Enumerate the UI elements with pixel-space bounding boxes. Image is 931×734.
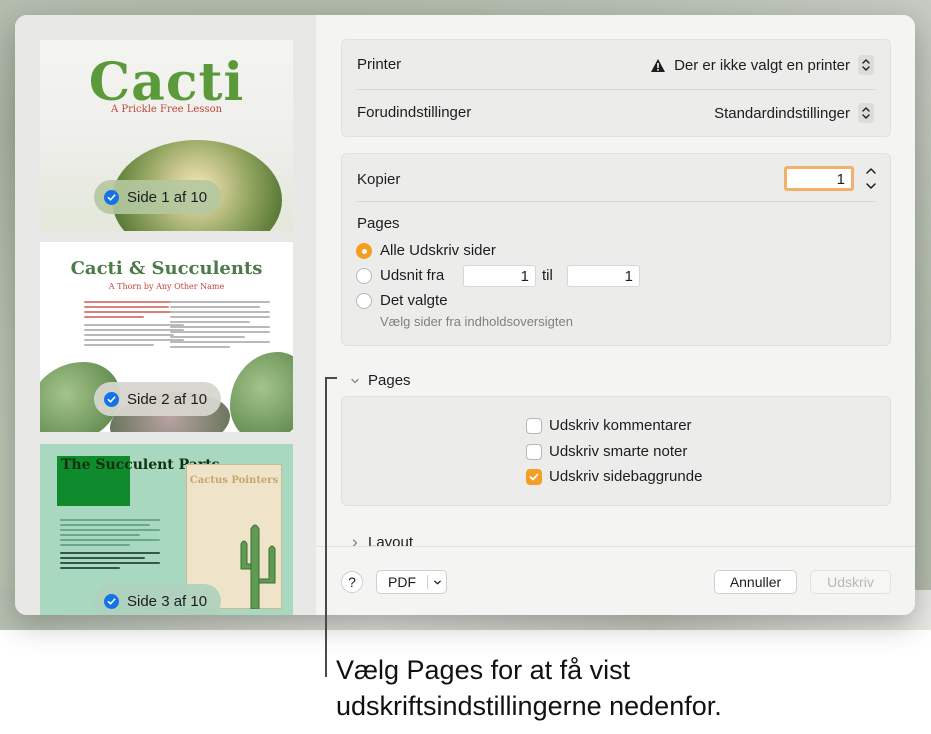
print-smart-notes-label[interactable]: Udskriv smarte noter: [549, 443, 687, 460]
pages-options-panel: Udskriv kommentarer Udskriv smarte noter…: [341, 396, 891, 506]
thumbnail-title: Cacti & Succulents: [70, 258, 263, 279]
cancel-button[interactable]: Annuller: [714, 570, 797, 594]
callout-line: [325, 377, 327, 677]
page-badge-label: Side 1 af 10: [127, 188, 208, 206]
printer-value: Der er ikke valgt en printer: [674, 56, 850, 74]
radio-range-label[interactable]: Udsnit fra: [380, 267, 444, 284]
page-badge-label: Side 3 af 10: [127, 592, 208, 610]
copies-stepper[interactable]: [863, 166, 879, 191]
printer-panel: Printer Der er ikke valgt en printer For…: [341, 39, 891, 137]
popup-arrows-icon: [858, 55, 874, 75]
printer-label: Printer: [357, 56, 402, 73]
pdf-menu-button[interactable]: PDF: [376, 570, 447, 594]
chevron-down-icon: [351, 378, 359, 383]
page-badge-3[interactable]: Side 3 af 10: [94, 584, 222, 615]
screenshot: Cacti A Prickle Free Lesson Cacti & Succ…: [0, 0, 931, 734]
stepper-down-icon[interactable]: [865, 181, 877, 191]
selection-hint: Vælg sider fra indholdsoversigten: [380, 314, 573, 329]
print-dialog: Cacti A Prickle Free Lesson Cacti & Succ…: [15, 15, 915, 615]
checkbox-print-comments[interactable]: [526, 418, 542, 434]
checkbox-print-backgrounds[interactable]: [526, 469, 542, 485]
pages-section-disclosure[interactable]: Pages: [350, 372, 411, 389]
page-badge-1[interactable]: Side 1 af 10: [94, 180, 222, 214]
print-backgrounds-label[interactable]: Udskriv sidebaggrunde: [549, 468, 702, 485]
poster-title: Cactus Pointers: [189, 475, 279, 486]
copies-input[interactable]: 1: [784, 166, 854, 191]
page-badge-2[interactable]: Side 2 af 10: [94, 382, 222, 416]
print-button[interactable]: Udskriv: [810, 570, 891, 594]
succulent-photo-right: [230, 352, 293, 432]
divider: [427, 575, 428, 589]
presets-label: Forudindstillinger: [357, 104, 472, 121]
pages-section-title: Pages: [368, 372, 411, 389]
text-lines: [60, 516, 160, 572]
cactus-drawing-icon: [240, 524, 276, 609]
chevron-down-icon: [434, 580, 441, 584]
divider: [357, 201, 875, 202]
thumbnail-subtitle: A Prickle Free Lesson: [110, 104, 223, 115]
text-column-right: [170, 298, 270, 351]
checkmark-icon[interactable]: [104, 593, 119, 609]
divider: [357, 89, 875, 90]
warning-icon: [650, 58, 666, 73]
print-settings: Printer Der er ikke valgt en printer For…: [316, 15, 915, 615]
page-badge-label: Side 2 af 10: [127, 390, 208, 408]
help-button[interactable]: ?: [341, 571, 363, 593]
callout-text: Vælg Pages for at få vist udskriftsindst…: [336, 652, 896, 724]
radio-selection-label[interactable]: Det valgte: [380, 292, 448, 309]
stepper-up-icon[interactable]: [865, 166, 877, 176]
printer-popup[interactable]: Der er ikke valgt en printer: [650, 55, 874, 75]
presets-value: Standardindstillinger: [714, 104, 850, 122]
checkmark-icon: [529, 473, 539, 481]
dialog-footer: ? PDF Annuller Udskriv: [316, 546, 915, 615]
print-comments-label[interactable]: Udskriv kommentarer: [549, 417, 692, 434]
copies-label: Kopier: [357, 171, 401, 188]
thumbnail-subtitle: A Thorn by Any Other Name: [108, 282, 225, 291]
popup-arrows-icon: [858, 103, 874, 123]
callout-tick: [325, 377, 337, 379]
range-from-input[interactable]: 1: [463, 265, 536, 287]
callout-line-2: udskriftsindstillingerne nedenfor.: [336, 691, 722, 721]
radio-range[interactable]: [356, 268, 372, 284]
radio-all-pages[interactable]: [356, 243, 372, 259]
checkbox-print-smart-notes[interactable]: [526, 444, 542, 460]
radio-all-pages-label[interactable]: Alle Udskriv sider: [380, 242, 496, 259]
checkmark-icon[interactable]: [104, 189, 119, 205]
checkmark-icon[interactable]: [104, 391, 119, 407]
presets-popup[interactable]: Standardindstillinger: [714, 103, 874, 123]
range-to-label: til: [542, 267, 553, 284]
text-column-left: [84, 298, 184, 349]
pdf-button-label: PDF: [388, 574, 416, 590]
copies-pages-panel: Kopier 1 Pages Alle Udskriv sider Udsnit…: [341, 153, 891, 346]
callout-line-1: Vælg Pages for at få vist: [336, 655, 631, 685]
radio-selection[interactable]: [356, 293, 372, 309]
page-thumbnails-sidebar[interactable]: Cacti A Prickle Free Lesson Cacti & Succ…: [15, 15, 316, 615]
pages-heading: Pages: [357, 215, 400, 232]
range-to-input[interactable]: 1: [567, 265, 640, 287]
